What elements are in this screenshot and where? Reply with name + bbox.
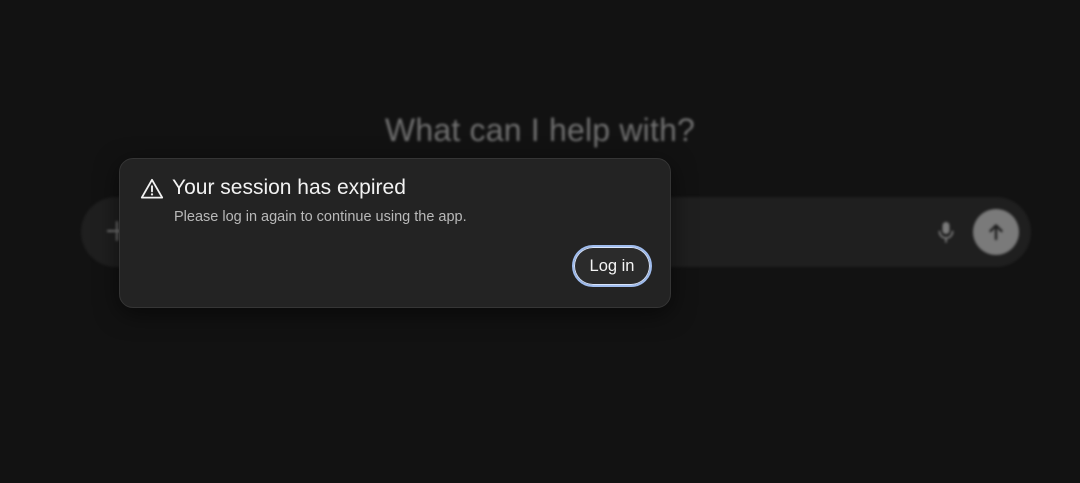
dialog-message: Please log in again to continue using th… xyxy=(174,209,467,225)
dialog-title: Your session has expired xyxy=(172,176,406,199)
arrow-up-icon xyxy=(989,224,1003,241)
send-button xyxy=(973,209,1019,255)
session-expired-dialog: Your session has expired Please log in a… xyxy=(119,158,671,308)
app-screen: What can I help with? Your session has e… xyxy=(0,0,1080,483)
login-button[interactable]: Log in xyxy=(572,245,652,287)
microphone-icon xyxy=(933,219,959,245)
page-heading: What can I help with? xyxy=(384,112,696,148)
warning-triangle-icon xyxy=(140,177,164,201)
